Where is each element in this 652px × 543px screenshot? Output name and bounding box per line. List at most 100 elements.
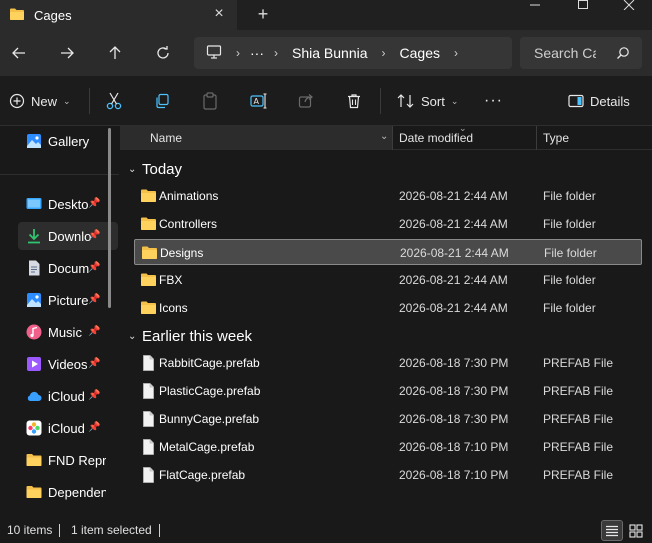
item-name: Designs: [160, 246, 204, 260]
list-item[interactable]: RabbitCage.prefab 2026-08-18 7:30 PM PRE…: [134, 350, 642, 376]
search-box[interactable]: Search Ca: [520, 37, 642, 69]
sidebar-item-videos[interactable]: Videos 📌: [18, 350, 118, 378]
file-list: Name ⌄ ⌄ Date modified Type ⌄ Today Anim…: [120, 123, 652, 518]
sidebar-item-pictures[interactable]: Picture 📌: [18, 286, 118, 314]
status-item-count: 10 items: [7, 523, 53, 537]
sidebar-divider: [0, 174, 119, 175]
list-item[interactable]: Controllers 2026-08-21 2:44 AM File fold…: [134, 211, 642, 237]
item-date: 2026-08-21 2:44 AM: [399, 189, 508, 203]
sidebar-item-gallery[interactable]: Gallery: [18, 127, 118, 155]
tab-cages[interactable]: Cages ×: [0, 0, 237, 30]
file-icon: [143, 467, 154, 483]
list-item-selected[interactable]: Designs 2026-08-21 2:44 AM File folder: [134, 239, 642, 265]
item-date: 2026-08-21 2:44 AM: [400, 246, 509, 260]
breadcrumb-overflow[interactable]: ···: [250, 45, 264, 61]
folder-icon: [9, 7, 25, 24]
sidebar-item-fnd-repri[interactable]: FND Repri: [18, 446, 118, 474]
chevron-right-icon[interactable]: ›: [382, 46, 386, 60]
item-type: PREFAB File: [543, 440, 614, 454]
paste-button[interactable]: [202, 90, 218, 112]
sort-button[interactable]: Sort ⌄: [397, 90, 458, 112]
chevron-down-icon[interactable]: ⌄: [380, 131, 388, 142]
more-options-button[interactable]: ···: [484, 90, 503, 112]
sidebar-item-icloud-photos[interactable]: iCloud 📌: [18, 414, 118, 442]
column-header-date[interactable]: Date modified: [399, 131, 473, 145]
file-icon: [143, 355, 154, 371]
sidebar-item-music[interactable]: Music 📌: [18, 318, 118, 346]
list-item[interactable]: BunnyCage.prefab 2026-08-18 7:30 PM PREF…: [134, 406, 642, 432]
details-pane-button[interactable]: Details: [568, 90, 630, 112]
list-item[interactable]: FlatCage.prefab 2026-08-18 7:10 PM PREFA…: [134, 462, 642, 488]
copy-button[interactable]: [154, 90, 170, 112]
breadcrumb-item[interactable]: Cages: [400, 45, 440, 61]
grid-view-icon: [629, 523, 643, 538]
sidebar-item-label: Dependen: [48, 484, 106, 500]
close-window-button[interactable]: [606, 0, 652, 12]
file-icon: [143, 411, 154, 427]
column-divider[interactable]: [392, 126, 393, 150]
back-button[interactable]: [7, 41, 31, 65]
sidebar-item-dependencies[interactable]: Dependen: [18, 478, 118, 506]
item-date: 2026-08-18 7:10 PM: [399, 440, 509, 454]
details-pane-icon: [568, 94, 584, 108]
delete-button[interactable]: [346, 90, 362, 112]
breadcrumb-item[interactable]: Shia Bunnia: [292, 45, 368, 61]
details-view-button[interactable]: [601, 520, 623, 541]
tiles-view-button[interactable]: [625, 520, 647, 541]
sidebar-item-label: iCloud: [48, 420, 85, 436]
scissors-icon: [106, 92, 122, 110]
chevron-right-icon[interactable]: ›: [236, 46, 240, 60]
item-date: 2026-08-18 7:10 PM: [399, 468, 509, 482]
item-name: Icons: [159, 301, 188, 315]
new-tab-button[interactable]: +: [253, 4, 273, 24]
sidebar-item-downloads[interactable]: Downlo 📌: [18, 222, 118, 250]
trash-icon: [348, 94, 360, 109]
list-item[interactable]: Animations 2026-08-21 2:44 AM File folde…: [134, 183, 642, 209]
item-name: PlasticCage.prefab: [159, 384, 261, 398]
sidebar-item-label: Downlo: [48, 228, 92, 244]
close-tab-button[interactable]: ×: [210, 5, 228, 23]
item-name: FlatCage.prefab: [159, 468, 246, 482]
new-button[interactable]: New ⌄: [9, 90, 71, 112]
new-button-label: New: [31, 93, 58, 109]
share-button[interactable]: [298, 90, 314, 112]
chevron-right-icon[interactable]: ›: [454, 46, 458, 60]
sidebar-item-label: Picture: [48, 292, 89, 308]
group-header-today[interactable]: ⌄ Today: [128, 159, 182, 179]
sidebar-item-label: Gallery: [48, 133, 90, 149]
list-view-icon: [606, 525, 618, 536]
list-item[interactable]: MetalCage.prefab 2026-08-18 7:10 PM PREF…: [134, 434, 642, 460]
forward-button[interactable]: [55, 41, 79, 65]
status-divider: [59, 524, 60, 537]
download-icon: [28, 229, 40, 244]
sidebar-scrollbar[interactable]: [108, 128, 111, 308]
item-type: File folder: [543, 273, 596, 287]
item-type: File folder: [543, 217, 596, 231]
item-date: 2026-08-21 2:44 AM: [399, 217, 508, 231]
rename-button[interactable]: A: [250, 90, 268, 112]
list-item[interactable]: FBX 2026-08-21 2:44 AM File folder: [134, 267, 642, 293]
list-item[interactable]: Icons 2026-08-21 2:44 AM File folder: [134, 295, 642, 321]
chevron-right-icon[interactable]: ›: [274, 46, 278, 60]
list-item[interactable]: PlasticCage.prefab 2026-08-18 7:30 PM PR…: [134, 378, 642, 404]
minimize-button[interactable]: [512, 0, 558, 12]
column-header-type[interactable]: Type: [543, 131, 569, 145]
sidebar-item-icloud-drive[interactable]: iCloud 📌: [18, 382, 118, 410]
folder-icon: [141, 273, 156, 286]
group-header-earlier-this-week[interactable]: ⌄ Earlier this week: [128, 326, 252, 346]
title-bar: Cages × +: [0, 0, 652, 30]
cut-button[interactable]: [106, 90, 122, 112]
column-header-name[interactable]: Name ⌄: [120, 126, 392, 150]
maximize-button[interactable]: [560, 0, 606, 12]
item-date: 2026-08-21 2:44 AM: [399, 301, 508, 315]
sidebar-item-desktop[interactable]: Deskto 📌: [18, 190, 118, 218]
column-divider[interactable]: [536, 126, 537, 150]
address-bar[interactable]: › ··· › Shia Bunnia › Cages ›: [194, 37, 512, 69]
monitor-icon: [206, 44, 222, 63]
search-input[interactable]: Search Ca: [534, 45, 596, 61]
up-button[interactable]: [103, 41, 127, 65]
arrow-left-icon: [12, 47, 25, 59]
refresh-button[interactable]: [151, 41, 175, 65]
sidebar-item-label: iCloud: [48, 388, 85, 404]
sidebar-item-documents[interactable]: Docum 📌: [18, 254, 118, 282]
